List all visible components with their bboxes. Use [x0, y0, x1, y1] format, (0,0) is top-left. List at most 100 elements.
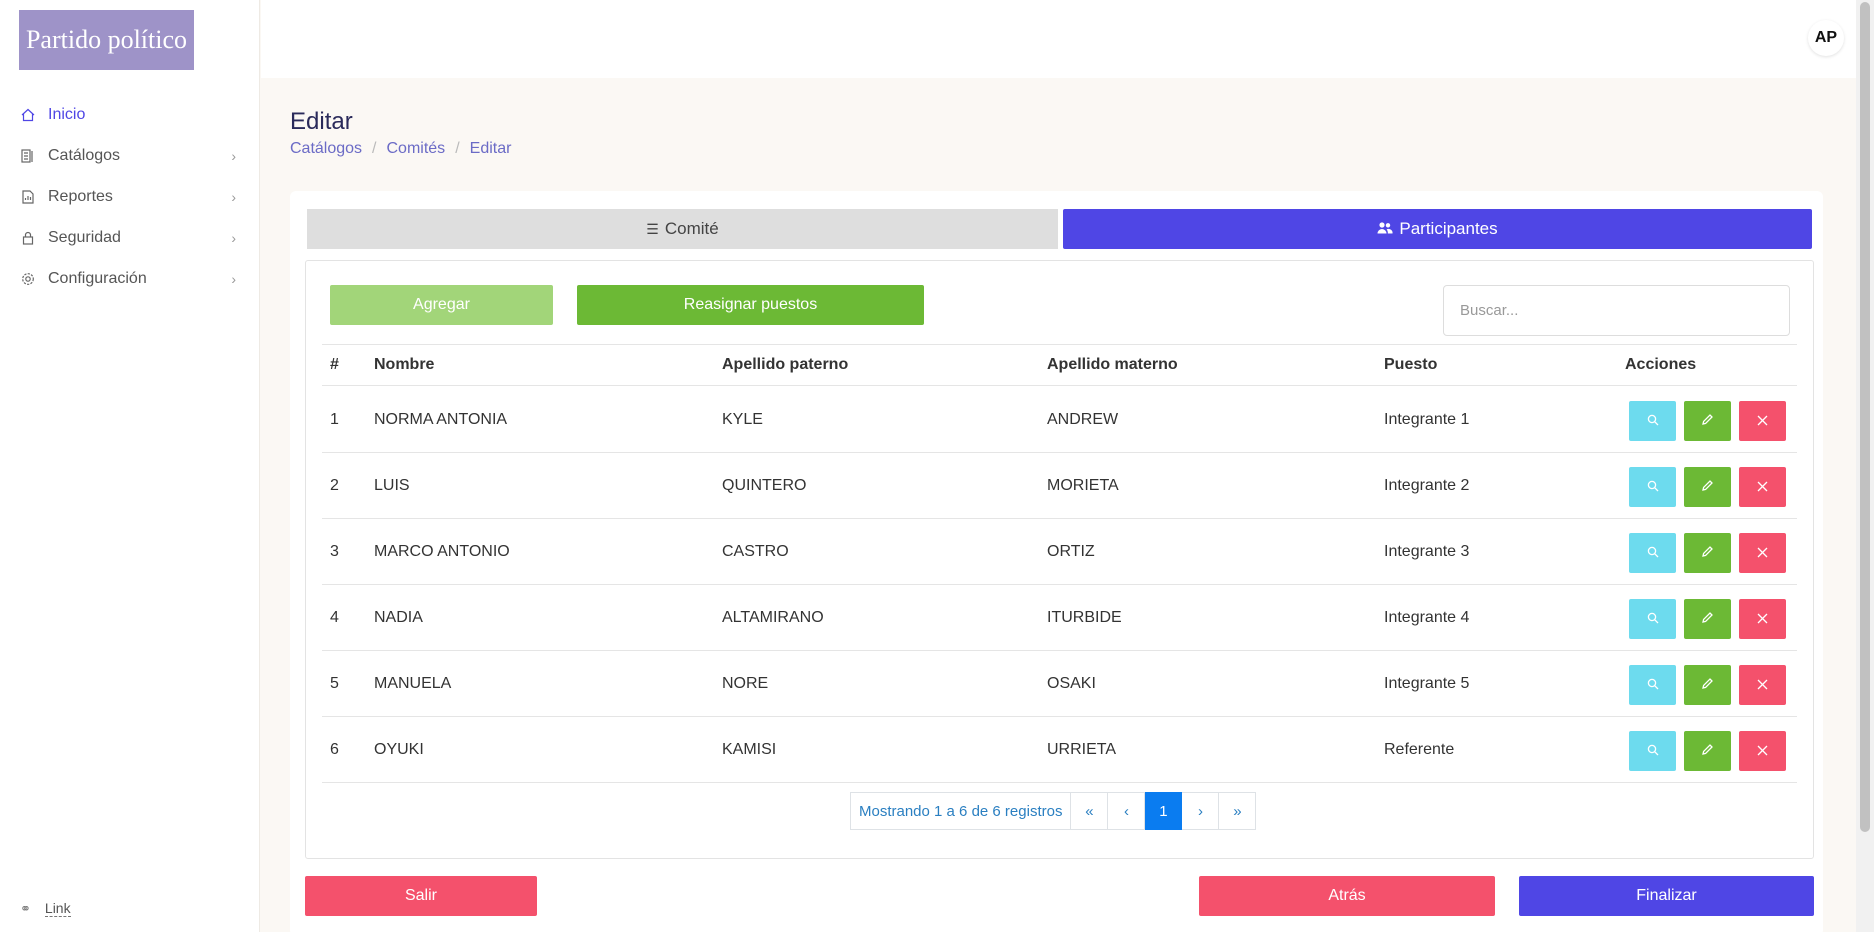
search-icon — [1647, 545, 1659, 562]
column-header-puesto[interactable]: Puesto — [1384, 345, 1437, 385]
logo[interactable]: Partido político — [19, 10, 194, 70]
cell-nombre: MANUELA — [374, 674, 452, 692]
edit-button[interactable] — [1684, 533, 1731, 573]
cell-puesto: Integrante 2 — [1384, 476, 1470, 494]
cell-materno: OSAKI — [1047, 674, 1096, 692]
delete-button[interactable] — [1739, 467, 1786, 507]
topbar: AP — [261, 0, 1856, 78]
sidebar-item-label: Catálogos — [48, 146, 121, 164]
cell-materno: ORTIZ — [1047, 542, 1095, 560]
cell-materno: MORIETA — [1047, 476, 1119, 494]
scrollbar-thumb[interactable] — [1860, 2, 1870, 832]
delete-button[interactable] — [1739, 599, 1786, 639]
view-button[interactable] — [1629, 731, 1676, 771]
cell-puesto: Referente — [1384, 740, 1455, 758]
cell-puesto: Integrante 4 — [1384, 608, 1470, 626]
home-icon — [20, 107, 36, 123]
first-page-button[interactable]: « — [1071, 792, 1109, 830]
view-button[interactable] — [1629, 467, 1676, 507]
list-check-icon: ☰ — [646, 220, 659, 237]
search-icon — [1647, 743, 1659, 760]
pencil-icon — [1701, 677, 1714, 694]
tab-label: Participantes — [1399, 219, 1498, 238]
sidebar-item-seguridad[interactable]: Seguridad › — [0, 217, 260, 258]
view-button[interactable] — [1629, 665, 1676, 705]
scrollbar[interactable] — [1856, 0, 1874, 932]
edit-button[interactable] — [1684, 467, 1731, 507]
cell-num: 4 — [330, 608, 339, 626]
pencil-icon — [1701, 413, 1714, 430]
sidebar-item-configuracion[interactable]: Configuración › — [0, 258, 260, 299]
add-button[interactable]: Agregar — [330, 285, 553, 325]
table-row: 5 MANUELA NORE OSAKI Integrante 5 — [322, 651, 1797, 717]
chevron-right-icon: › — [231, 147, 236, 164]
column-header-num[interactable]: # — [330, 345, 339, 385]
sidebar-item-label: Seguridad — [48, 228, 121, 246]
cell-nombre: MARCO ANTONIO — [374, 542, 510, 560]
cell-puesto: Integrante 1 — [1384, 410, 1470, 428]
gear-icon — [20, 271, 36, 287]
sidebar-footer: ⚭ Link — [20, 900, 71, 917]
delete-button[interactable] — [1739, 731, 1786, 771]
catalog-icon — [20, 148, 36, 164]
pencil-icon — [1701, 545, 1714, 562]
cell-puesto: Integrante 3 — [1384, 542, 1470, 560]
finish-button[interactable]: Finalizar — [1519, 876, 1814, 916]
prev-page-button[interactable]: ‹ — [1108, 792, 1146, 830]
delete-button[interactable] — [1739, 401, 1786, 441]
sidebar-item-label: Configuración — [48, 269, 147, 287]
close-icon — [1757, 611, 1768, 628]
table-header: # Nombre Apellido paterno Apellido mater… — [322, 344, 1797, 386]
edit-button[interactable] — [1684, 731, 1731, 771]
edit-button[interactable] — [1684, 401, 1731, 441]
sidebar-item-label: Reportes — [48, 187, 113, 205]
view-button[interactable] — [1629, 533, 1676, 573]
lock-icon — [20, 230, 36, 246]
tab-comite[interactable]: ☰ Comité — [307, 209, 1058, 249]
cell-materno: URRIETA — [1047, 740, 1117, 758]
cell-paterno: CASTRO — [722, 542, 789, 560]
avatar[interactable]: AP — [1808, 20, 1844, 56]
search-input[interactable] — [1443, 285, 1790, 336]
cell-nombre: LUIS — [374, 476, 410, 494]
tab-participantes[interactable]: Participantes — [1063, 209, 1812, 249]
breadcrumb-comites[interactable]: Comités — [387, 140, 446, 158]
reassign-positions-button[interactable]: Reasignar puestos — [577, 285, 924, 325]
pagination: Mostrando 1 a 6 de 6 registros « ‹ 1 › » — [850, 792, 1257, 830]
view-button[interactable] — [1629, 599, 1676, 639]
chevron-right-icon: › — [231, 229, 236, 246]
next-page-button[interactable]: › — [1182, 792, 1220, 830]
pencil-icon — [1701, 479, 1714, 496]
breadcrumb-separator: / — [455, 140, 460, 157]
view-button[interactable] — [1629, 401, 1676, 441]
cell-num: 5 — [330, 674, 339, 692]
table-row: 1 NORMA ANTONIA KYLE ANDREW Integrante 1 — [322, 387, 1797, 453]
exit-button[interactable]: Salir — [305, 876, 537, 916]
tab-label: Comité — [664, 219, 719, 238]
column-header-materno[interactable]: Apellido materno — [1047, 345, 1178, 385]
users-icon — [1377, 221, 1393, 237]
breadcrumb: Catálogos / Comités / Editar — [290, 140, 511, 158]
page-title: Editar — [290, 108, 353, 135]
footer-link[interactable]: Link — [44, 900, 71, 917]
breadcrumb-catalogos[interactable]: Catálogos — [290, 140, 362, 158]
delete-button[interactable] — [1739, 533, 1786, 573]
page-button-current[interactable]: 1 — [1145, 792, 1183, 830]
last-page-button[interactable]: » — [1219, 792, 1257, 830]
sidebar-item-catalogos[interactable]: Catálogos › — [0, 135, 260, 176]
edit-button[interactable] — [1684, 599, 1731, 639]
cell-num: 3 — [330, 542, 339, 560]
column-header-paterno[interactable]: Apellido paterno — [722, 345, 848, 385]
sidebar-item-reportes[interactable]: Reportes › — [0, 176, 260, 217]
table-row: 2 LUIS QUINTERO MORIETA Integrante 2 — [322, 453, 1797, 519]
cell-materno: ANDREW — [1047, 410, 1119, 428]
search-icon — [1647, 413, 1659, 430]
delete-button[interactable] — [1739, 665, 1786, 705]
cell-nombre: NORMA ANTONIA — [374, 410, 508, 428]
back-button[interactable]: Atrás — [1199, 876, 1495, 916]
edit-button[interactable] — [1684, 665, 1731, 705]
link-icon: ⚭ — [20, 900, 31, 916]
sidebar-item-inicio[interactable]: Inicio — [0, 94, 260, 135]
column-header-nombre[interactable]: Nombre — [374, 345, 434, 385]
breadcrumb-separator: / — [372, 140, 377, 157]
